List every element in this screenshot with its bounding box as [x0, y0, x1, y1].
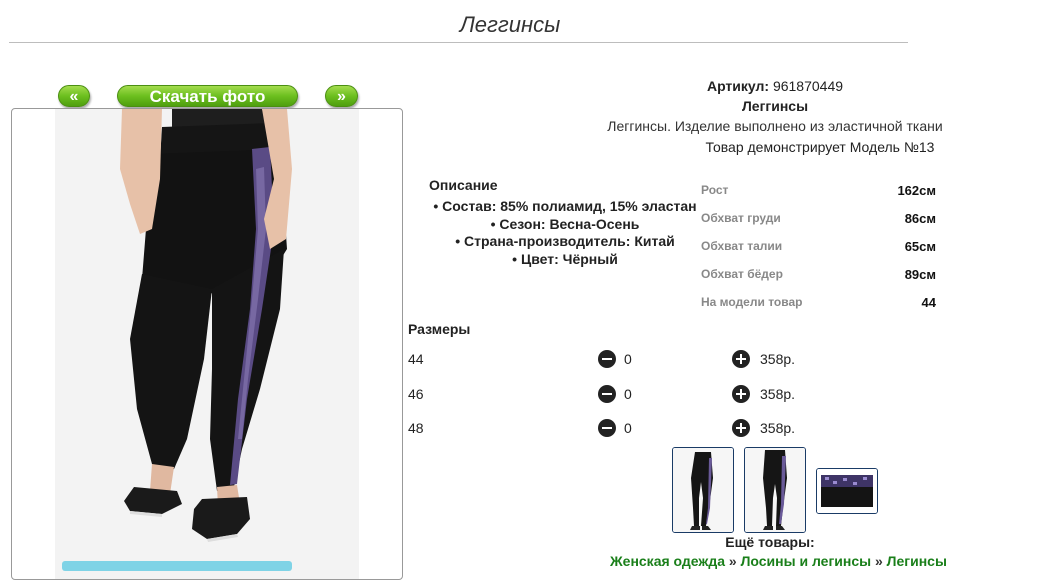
- measure-label-waist: Обхват талии: [701, 239, 783, 253]
- size-quantity: 0: [624, 420, 632, 436]
- measure-value-hips: 89см: [904, 267, 936, 282]
- plus-icon[interactable]: [732, 419, 750, 437]
- download-photo-button[interactable]: Скачать фото: [117, 85, 298, 107]
- leggings-photo-illustration: [120, 109, 292, 542]
- size-row: 48 0 358р.: [408, 419, 828, 440]
- thumbnail-leggings-side-image: [745, 448, 805, 532]
- description-item: • Страна-производитель: Китай: [455, 233, 675, 249]
- measure-value-height: 162см: [897, 183, 936, 198]
- size-label: 46: [408, 386, 424, 402]
- thumbnail-fabric-detail[interactable]: [816, 468, 878, 514]
- title-divider: [9, 42, 908, 43]
- thumbnail-fabric-image: [817, 469, 877, 513]
- minus-icon[interactable]: [598, 385, 616, 403]
- article-label: Артикул:: [706, 78, 770, 94]
- prev-photo-button[interactable]: «: [58, 85, 90, 107]
- breadcrumb-link-womens-clothing[interactable]: Женская одежда: [610, 553, 725, 569]
- size-row: 44 0 358р.: [408, 350, 828, 371]
- breadcrumb-separator: »: [874, 553, 883, 569]
- breadcrumb-separator: »: [728, 553, 737, 569]
- main-product-photo[interactable]: [11, 108, 403, 580]
- plus-icon[interactable]: [732, 350, 750, 368]
- size-label: 48: [408, 420, 424, 436]
- breadcrumb-link-leggings-category[interactable]: Лосины и легинсы: [741, 553, 872, 569]
- description-item: • Сезон: Весна-Осень: [490, 215, 640, 232]
- breadcrumb: Женская одежда » Лосины и легинсы » Леги…: [610, 553, 947, 569]
- measure-value-chest: 86см: [904, 211, 936, 226]
- thumbnail-leggings-front-image: [673, 448, 733, 532]
- minus-icon[interactable]: [598, 419, 616, 437]
- measure-label-height: Рост: [701, 183, 729, 197]
- measure-value-model-size: 44: [921, 295, 936, 310]
- description-list: • Состав: 85% полиамид, 15% эластан • Се…: [420, 198, 710, 268]
- thumbnail-side[interactable]: [744, 447, 806, 533]
- product-short-description: Леггинсы. Изделие выполнено из эластично…: [607, 118, 943, 134]
- description-title: Описание: [429, 177, 498, 193]
- minus-icon[interactable]: [598, 350, 616, 368]
- description-item: • Цвет: Чёрный: [512, 250, 618, 267]
- measure-value-waist: 65см: [904, 239, 936, 254]
- model-info: Товар демонстрирует Модель №13: [705, 139, 935, 155]
- measure-label-hips: Обхват бёдер: [701, 267, 783, 281]
- page-title: Леггинсы: [459, 12, 561, 37]
- size-price: 358р.: [760, 351, 796, 367]
- measure-label-model-size: На модели товар: [701, 295, 803, 309]
- breadcrumb-link-leggings[interactable]: Легинсы: [887, 553, 947, 569]
- size-price: 358р.: [760, 420, 796, 436]
- sizes-title: Размеры: [408, 321, 471, 337]
- article-line: Артикул: 961870449: [575, 78, 975, 94]
- article-value: 961870449: [772, 78, 844, 94]
- size-label: 44: [408, 351, 424, 367]
- plus-icon[interactable]: [732, 385, 750, 403]
- description-item: • Состав: 85% полиамид, 15% эластан: [433, 198, 697, 214]
- more-products-title: Ещё товары:: [725, 534, 815, 550]
- size-row: 46 0 358р.: [408, 385, 828, 406]
- size-price: 358р.: [760, 386, 796, 402]
- next-photo-button[interactable]: »: [325, 85, 358, 107]
- thumbnail-front[interactable]: [672, 447, 734, 533]
- size-quantity: 0: [624, 386, 632, 402]
- size-quantity: 0: [624, 351, 632, 367]
- product-name: Леггинсы: [741, 98, 809, 114]
- measure-label-chest: Обхват груди: [701, 211, 781, 225]
